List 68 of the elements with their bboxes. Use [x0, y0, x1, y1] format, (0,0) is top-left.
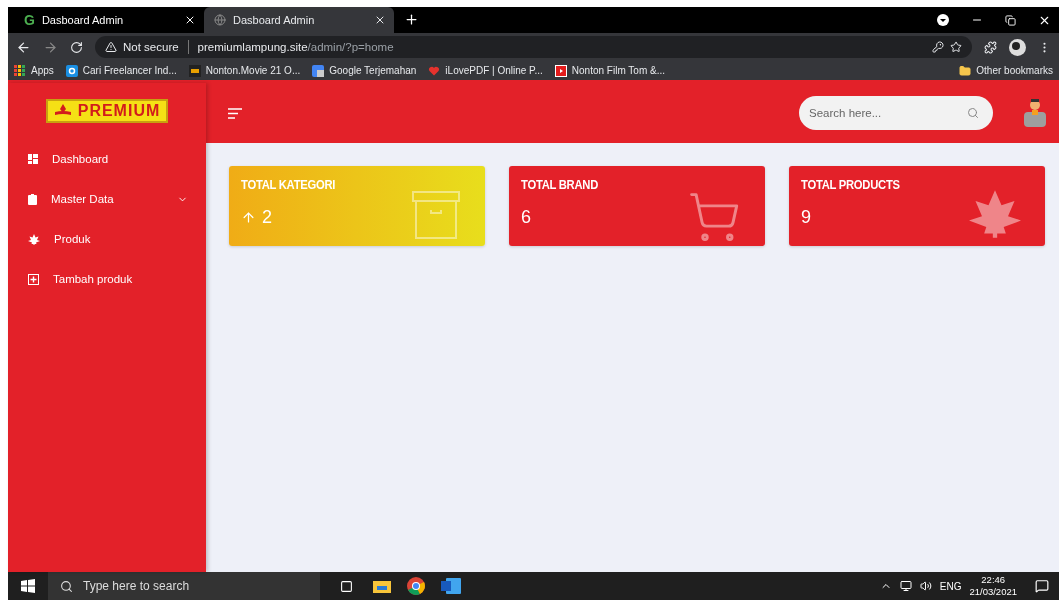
card-title: TOTAL BRAND	[521, 178, 600, 192]
language-indicator[interactable]: ENG	[939, 580, 962, 592]
word-icon[interactable]	[441, 578, 461, 594]
search-field[interactable]: Search here...	[799, 96, 993, 130]
leaf-icon	[28, 233, 40, 245]
sidebar-item[interactable]: Tambah produk	[8, 259, 206, 299]
close-icon[interactable]	[374, 14, 386, 26]
sidebar-item[interactable]: Master Data	[8, 179, 206, 219]
card-title: TOTAL PRODUCTS	[801, 178, 901, 192]
film-icon	[188, 64, 201, 77]
tab-title: Dasboard Admin	[233, 14, 316, 26]
tab-title: Dasboard Admin	[41, 14, 125, 26]
url-text: premiumlampung.site/admin/?p=home	[197, 41, 394, 53]
extensions-icon[interactable]	[984, 40, 997, 54]
globe-icon	[214, 14, 226, 26]
chrome-icon[interactable]	[407, 577, 425, 595]
user-avatar-icon[interactable]	[1023, 98, 1047, 128]
bookmark[interactable]: Google Terjemahan	[312, 64, 417, 77]
folder-icon[interactable]	[373, 579, 391, 593]
bookmark-folder[interactable]: Other bookmarks	[959, 64, 1053, 77]
clock[interactable]: 22:46 21/03/2021	[969, 574, 1017, 598]
card-value: 9	[801, 207, 811, 228]
dropdown-icon[interactable]	[937, 14, 949, 26]
star-icon[interactable]	[950, 41, 962, 53]
key-icon[interactable]	[932, 41, 944, 53]
taskbar-search[interactable]: Type here to search	[48, 572, 320, 600]
sidebar-item[interactable]: Dashboard	[8, 139, 206, 179]
logo: PREMIUM	[45, 99, 169, 123]
clipboard-icon	[28, 193, 37, 205]
card-title: TOTAL KATEGORI	[241, 178, 337, 192]
dashboard-icon	[28, 154, 38, 164]
address-bar[interactable]: Not secure premiumlampung.site/admin/?p=home	[95, 36, 972, 58]
volume-icon[interactable]	[919, 580, 932, 592]
card-value: 6	[521, 207, 531, 228]
search-icon	[967, 107, 979, 119]
cart-icon	[687, 190, 741, 244]
favicon: G	[24, 12, 35, 28]
grid-icon	[14, 64, 26, 77]
warning-icon	[105, 41, 117, 53]
security-label: Not secure	[123, 41, 179, 53]
bookmark[interactable]: Nonton.Movie 21 O...	[188, 64, 301, 77]
s-badge-icon	[65, 64, 78, 77]
sidebar-item[interactable]: Produk	[8, 219, 206, 259]
bookmark[interactable]: Cari Freelancer Ind...	[65, 64, 177, 77]
browser-tab[interactable]: Dasboard Admin	[204, 7, 394, 33]
restore-icon[interactable]	[1005, 14, 1016, 26]
bookmark[interactable]: Apps	[14, 64, 54, 77]
menu-icon[interactable]	[228, 107, 242, 119]
task-view-icon[interactable]	[340, 579, 353, 593]
plus-square-icon	[28, 273, 39, 285]
bookmark[interactable]: iLovePDF | Online P...	[428, 64, 543, 77]
leaf-icon	[969, 190, 1021, 238]
card-value: 2	[262, 207, 272, 228]
folder-icon	[959, 64, 972, 77]
heart-icon	[428, 64, 441, 77]
close-icon[interactable]	[184, 14, 196, 26]
new-tab-icon[interactable]	[404, 12, 419, 27]
search-icon	[60, 579, 73, 593]
back-icon[interactable]	[16, 39, 31, 55]
box-icon	[411, 190, 461, 240]
play-icon	[554, 64, 567, 77]
translate-icon	[312, 64, 325, 77]
network-icon[interactable]	[899, 580, 912, 592]
notification-icon[interactable]	[1035, 579, 1049, 593]
forward-icon[interactable]	[43, 39, 58, 55]
bookmark[interactable]: Nonton Film Tom &...	[554, 64, 665, 77]
profile-avatar[interactable]	[1009, 38, 1026, 56]
reload-icon[interactable]	[70, 40, 83, 54]
